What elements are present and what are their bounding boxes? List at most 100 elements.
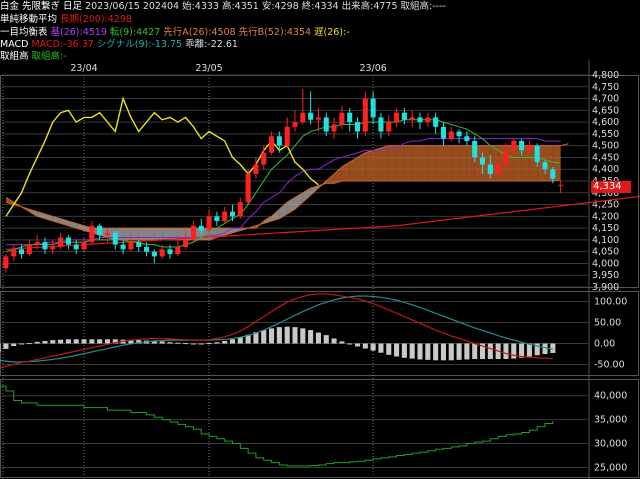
date-label: 23/05 xyxy=(195,63,222,74)
macd-histogram-bar xyxy=(292,327,298,344)
macd-histogram-bar xyxy=(526,343,532,357)
candle-body xyxy=(175,246,181,255)
cloud-segment xyxy=(459,145,467,181)
price-tick-label: 4,100 xyxy=(592,235,619,246)
candle-body xyxy=(433,117,439,127)
cloud-segment xyxy=(169,228,178,240)
macd-histogram-bar xyxy=(472,343,478,360)
cloud-segment xyxy=(490,145,499,181)
candle-body xyxy=(347,112,353,123)
candle-body xyxy=(190,225,196,240)
candle-body xyxy=(73,244,79,250)
cloud-segment xyxy=(146,228,155,240)
macd-histogram-bar xyxy=(354,343,361,347)
macd-histogram-bar xyxy=(550,343,556,353)
macd-histogram-bar xyxy=(237,337,243,344)
macd-histogram-bar xyxy=(378,343,384,353)
header-line-2: 単純移動平均 長期(200):4298 xyxy=(0,14,135,26)
macd-histogram-bar xyxy=(409,343,415,359)
price-tick-label: 4,150 xyxy=(592,223,619,234)
candle-body xyxy=(519,140,525,151)
price-tick-label: 4,550 xyxy=(592,129,619,140)
candle-body xyxy=(222,211,228,222)
price-tick-label: 4,450 xyxy=(592,152,619,163)
candle-body xyxy=(542,162,548,170)
price-tick-label: 4,500 xyxy=(592,141,619,152)
cloud-segment xyxy=(435,145,444,181)
candle-body xyxy=(58,237,64,247)
macd-histogram-bar xyxy=(229,339,236,344)
low-value: 安:4298 xyxy=(261,1,299,12)
price-tick-label: 4,200 xyxy=(592,211,619,222)
macd-line xyxy=(0,293,553,369)
sma-label: 単純移動平均 xyxy=(0,14,58,25)
candle-body xyxy=(112,232,118,245)
macd-histogram-bar xyxy=(214,342,220,344)
macd-histogram-bar xyxy=(159,341,165,344)
price-tick-label: 4,700 xyxy=(592,94,619,105)
macd-histogram-bar xyxy=(190,343,196,345)
cloud-segment xyxy=(154,228,163,240)
candle-body xyxy=(323,117,329,132)
candle-body xyxy=(11,249,17,257)
candle-body xyxy=(18,249,25,255)
cloud-segment xyxy=(412,145,421,181)
candle-body xyxy=(229,211,236,217)
macd-histogram-bar xyxy=(0,343,1,352)
candle-body xyxy=(425,117,431,123)
candle-body xyxy=(128,242,134,250)
macd-histogram-bar xyxy=(440,343,446,361)
candle-body xyxy=(65,237,71,245)
cloud-segment xyxy=(427,145,436,181)
macd-histogram-bar xyxy=(339,341,345,344)
oi-tick-label: 35,000 xyxy=(594,415,627,426)
instrument-title: 白金 先限繋ぎ 日足 xyxy=(0,1,83,12)
candle-body xyxy=(50,246,56,250)
candle-body xyxy=(503,150,509,165)
candle-body xyxy=(394,112,400,123)
header-line-1: 白金 先限繋ぎ 日足 2023/06/15 202404 始:4333 高:4351 安:… xyxy=(0,1,449,13)
kijun-value: 基(26):4519 xyxy=(50,27,107,38)
candle-body xyxy=(81,242,87,250)
candle-body xyxy=(409,117,415,120)
price-tick-label: 4,650 xyxy=(592,105,619,116)
candle-body xyxy=(550,169,556,179)
macd-histogram-bar xyxy=(464,343,470,360)
macd-tick-label: -50.00 xyxy=(594,360,625,371)
oi-label: 取組高 xyxy=(0,51,29,62)
ma200-line xyxy=(5,195,640,250)
macd-histogram-bar xyxy=(331,338,337,344)
senkou-b-value: 先行B(52):4354 xyxy=(238,27,312,38)
diff-value: 乖離:-22.61 xyxy=(185,39,238,50)
macd-histogram-bar xyxy=(175,342,181,344)
date-label: 23/04 xyxy=(70,63,97,74)
macd-histogram-bar xyxy=(300,328,306,344)
price-tick-label: 4,750 xyxy=(592,82,619,93)
macd-histogram-bar xyxy=(73,339,79,344)
candle-body xyxy=(42,242,48,250)
candle-body xyxy=(308,112,314,120)
candle-body xyxy=(456,131,462,137)
candle-body xyxy=(26,244,32,255)
cloud-segment xyxy=(396,145,405,181)
candle-body xyxy=(144,246,150,252)
candle-body xyxy=(354,122,361,132)
candle-body xyxy=(300,112,306,123)
macd-histogram-bar xyxy=(487,343,493,360)
macd-histogram-bar xyxy=(425,343,431,360)
candle-body xyxy=(378,117,384,132)
cloud-segment xyxy=(513,145,522,181)
macd-histogram-bar xyxy=(417,343,423,360)
cloud-segment xyxy=(404,145,413,181)
candle-body xyxy=(370,98,376,118)
candle-body xyxy=(167,249,173,255)
macd-histogram-bar xyxy=(34,341,40,344)
candle-body xyxy=(534,145,540,163)
candle-body xyxy=(417,117,423,123)
macd-histogram-bar xyxy=(370,343,376,351)
macd-histogram-bar xyxy=(3,343,9,349)
candle-body xyxy=(159,249,165,257)
candle-body xyxy=(214,216,220,222)
macd-histogram-bar xyxy=(503,343,509,360)
candle-body xyxy=(401,112,407,120)
